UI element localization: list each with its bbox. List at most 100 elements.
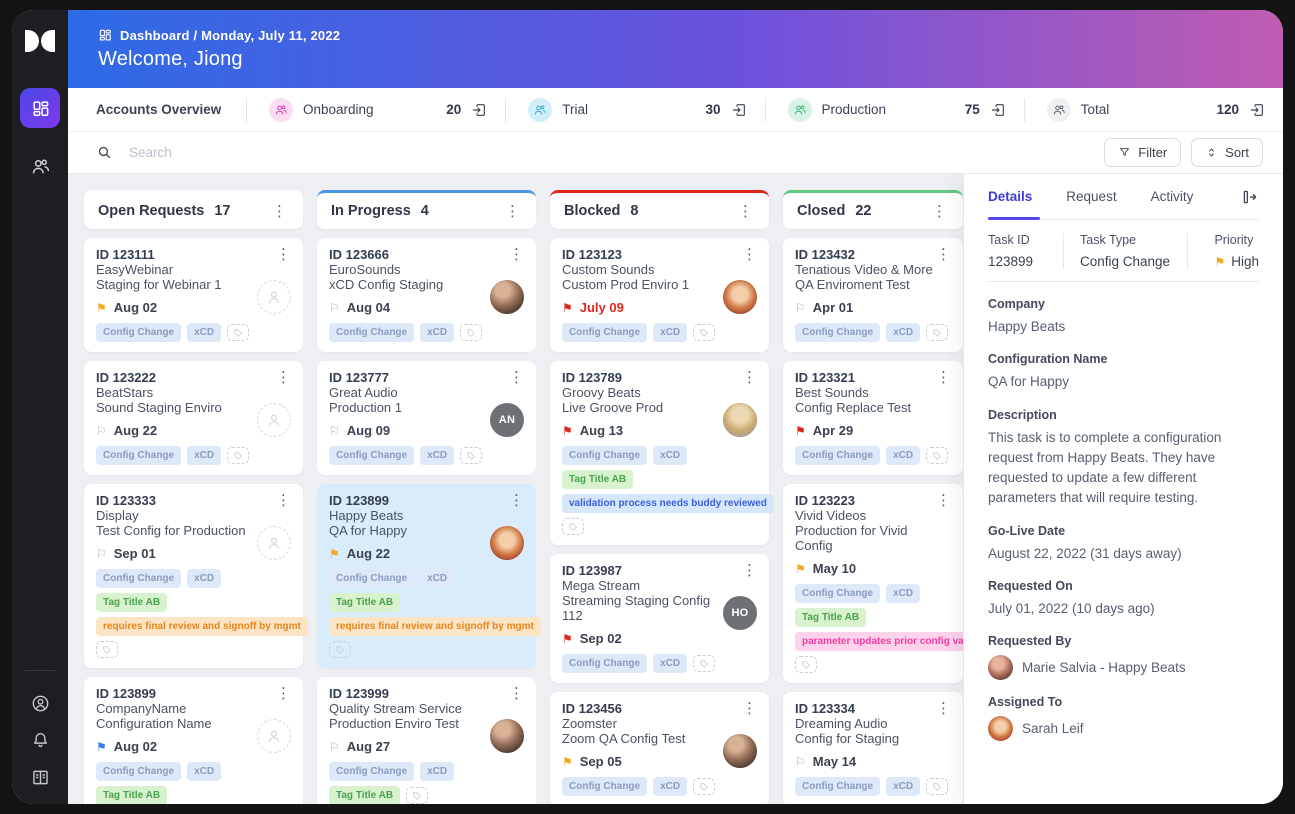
tag-chip: Config Change: [795, 777, 881, 796]
kebab-menu-icon[interactable]: ⋮: [270, 204, 289, 219]
kebab-menu-icon[interactable]: ⋮: [934, 701, 953, 716]
stat-onboarding[interactable]: Onboarding 20: [247, 97, 505, 122]
add-tag-icon[interactable]: [562, 518, 584, 535]
kebab-menu-icon[interactable]: ⋮: [930, 204, 949, 219]
tag-chips: Config Change xCD: [96, 323, 291, 342]
kebab-menu-icon[interactable]: ⋮: [740, 370, 759, 385]
task-card[interactable]: ID 123899 Happy Beats QA for Happy ⋮ ⚑ Aug 22…: [317, 484, 541, 668]
task-card[interactable]: ID 123111 EasyWebinar Staging for Webinar …: [84, 238, 303, 352]
stat-total[interactable]: Total 120: [1025, 97, 1283, 122]
account-icon[interactable]: [30, 693, 51, 714]
tag-chip: Config Change: [96, 762, 182, 781]
funnel-icon: [1118, 146, 1131, 159]
card-id: ID 123222: [96, 370, 156, 385]
task-card[interactable]: ID 123456 Zoomster Zoom QA Config Test ⋮ ⚑ Se…: [550, 692, 769, 804]
task-card[interactable]: ID 123321 Best Sounds Config Replace Test ⋮…: [783, 361, 963, 475]
task-card[interactable]: ID 123899 CompanyName Configuration Name ⋮ ⚑…: [84, 677, 303, 804]
add-tag-icon[interactable]: [926, 778, 949, 795]
open-list-icon[interactable]: [1249, 102, 1265, 118]
kebab-menu-icon[interactable]: ⋮: [934, 247, 953, 262]
kebab-menu-icon[interactable]: ⋮: [274, 247, 293, 262]
kebab-menu-icon[interactable]: ⋮: [274, 686, 293, 701]
kebab-menu-icon[interactable]: ⋮: [934, 493, 953, 508]
notifications-bell-icon[interactable]: [30, 730, 51, 751]
card-id: ID 123334: [795, 701, 855, 716]
add-tag-icon[interactable]: [795, 656, 817, 673]
flag-icon: ⚑: [96, 300, 107, 315]
collapse-panel-icon[interactable]: [1241, 188, 1259, 206]
kebab-menu-icon[interactable]: ⋮: [740, 701, 759, 716]
add-tag-icon[interactable]: [227, 447, 250, 464]
tag-chip: xCD: [420, 569, 455, 588]
add-tag-icon[interactable]: [693, 324, 716, 341]
filter-button[interactable]: Filter: [1104, 138, 1182, 167]
kebab-menu-icon[interactable]: ⋮: [740, 563, 759, 578]
task-card[interactable]: ID 123334 Dreaming Audio Config for Stagin…: [783, 692, 963, 804]
add-tag-icon[interactable]: [406, 787, 429, 804]
kebab-menu-icon[interactable]: ⋮: [274, 370, 293, 385]
add-tag-icon[interactable]: [96, 641, 118, 658]
task-card[interactable]: ID 123223 Vivid Videos Production for Vivi…: [783, 484, 1007, 683]
add-tag-icon[interactable]: [693, 655, 716, 672]
column-header: Blocked 8 ⋮: [550, 190, 769, 229]
tab-details[interactable]: Details: [988, 174, 1041, 220]
sort-button[interactable]: Sort: [1191, 138, 1263, 167]
add-tag-icon[interactable]: [926, 324, 949, 341]
tag-chip: xCD: [653, 777, 688, 796]
docs-book-icon[interactable]: [30, 767, 51, 788]
add-tag-icon[interactable]: [460, 324, 483, 341]
open-list-icon[interactable]: [731, 102, 747, 118]
avatar: [723, 280, 757, 314]
tag-chips: Config Change xCD Tag Title AB parameter up…: [795, 584, 1007, 673]
company-value: Happy Beats: [988, 319, 1066, 334]
add-tag-icon[interactable]: [329, 641, 351, 658]
kebab-menu-icon[interactable]: ⋮: [507, 370, 526, 385]
task-card[interactable]: ID 123777 Great Audio Production 1 ⋮ AN ⚐ Aug …: [317, 361, 536, 475]
tag-chip: Tag Title AB: [795, 608, 867, 627]
sidebar-item-accounts[interactable]: [20, 146, 60, 186]
kebab-menu-icon[interactable]: ⋮: [507, 686, 526, 701]
task-card[interactable]: ID 123789 Groovy Beats Live Groove Prod ⋮ ⚑ A…: [550, 361, 774, 545]
open-list-icon[interactable]: [990, 102, 1006, 118]
kebab-menu-icon[interactable]: ⋮: [503, 204, 522, 219]
tab-request[interactable]: Request: [1066, 174, 1116, 219]
kebab-menu-icon[interactable]: ⋮: [507, 247, 526, 262]
sidebar-item-dashboard[interactable]: [20, 88, 60, 128]
open-list-icon[interactable]: [471, 102, 487, 118]
add-tag-icon[interactable]: [227, 324, 250, 341]
task-card[interactable]: ID 123123 Custom Sounds Custom Prod Enviro…: [550, 238, 769, 352]
tag-chip: Config Change: [562, 654, 648, 673]
tag-chips: Config Change xCD: [795, 777, 951, 796]
tag-chips: Config Change xCD: [795, 446, 951, 465]
column-title: Closed: [797, 203, 846, 219]
task-card[interactable]: ID 123999 Quality Stream Service Productio…: [317, 677, 536, 804]
task-card[interactable]: ID 123222 BeatStars Sound Staging Enviro ⋮ ⚐…: [84, 361, 303, 475]
due-date: May 14: [812, 754, 857, 769]
tab-activity[interactable]: Activity: [1151, 174, 1194, 219]
add-tag-icon[interactable]: [460, 447, 483, 464]
kebab-menu-icon[interactable]: ⋮: [274, 493, 293, 508]
tag-chips: Config Change xCD Tag Title AB requires fin…: [96, 569, 308, 658]
due-date: Aug 27: [346, 739, 391, 754]
requested-on-value: July 01, 2022 (10 days ago): [988, 600, 1155, 616]
task-card[interactable]: ID 123333 Display Test Config for Producti…: [84, 484, 308, 668]
add-tag-icon[interactable]: [926, 447, 949, 464]
kebab-menu-icon[interactable]: ⋮: [934, 370, 953, 385]
stat-trial[interactable]: Trial 30: [506, 97, 764, 122]
tag-chip: Config Change: [795, 446, 881, 465]
stat-production[interactable]: Production 75: [766, 97, 1024, 122]
tag-chips: Config Change xCD: [329, 446, 524, 465]
kebab-menu-icon[interactable]: ⋮: [507, 493, 526, 508]
card-company: Dreaming Audio: [795, 716, 888, 731]
add-tag-icon[interactable]: [693, 778, 716, 795]
search-input[interactable]: [127, 144, 1095, 161]
tag-chip: Config Change: [562, 777, 648, 796]
card-company: EasyWebinar: [96, 262, 174, 277]
kebab-menu-icon[interactable]: ⋮: [736, 204, 755, 219]
task-card[interactable]: ID 123432 Tenatious Video & More QA Enviro…: [783, 238, 963, 352]
task-card[interactable]: ID 123666 EuroSounds xCD Config Staging ⋮ ⚐ A…: [317, 238, 536, 352]
task-card[interactable]: ID 123987 Mega Stream Streaming Staging Co…: [550, 554, 769, 683]
note-chip: requires final review and signoff by mgm…: [96, 617, 308, 636]
avatar: [490, 719, 524, 753]
kebab-menu-icon[interactable]: ⋮: [740, 247, 759, 262]
